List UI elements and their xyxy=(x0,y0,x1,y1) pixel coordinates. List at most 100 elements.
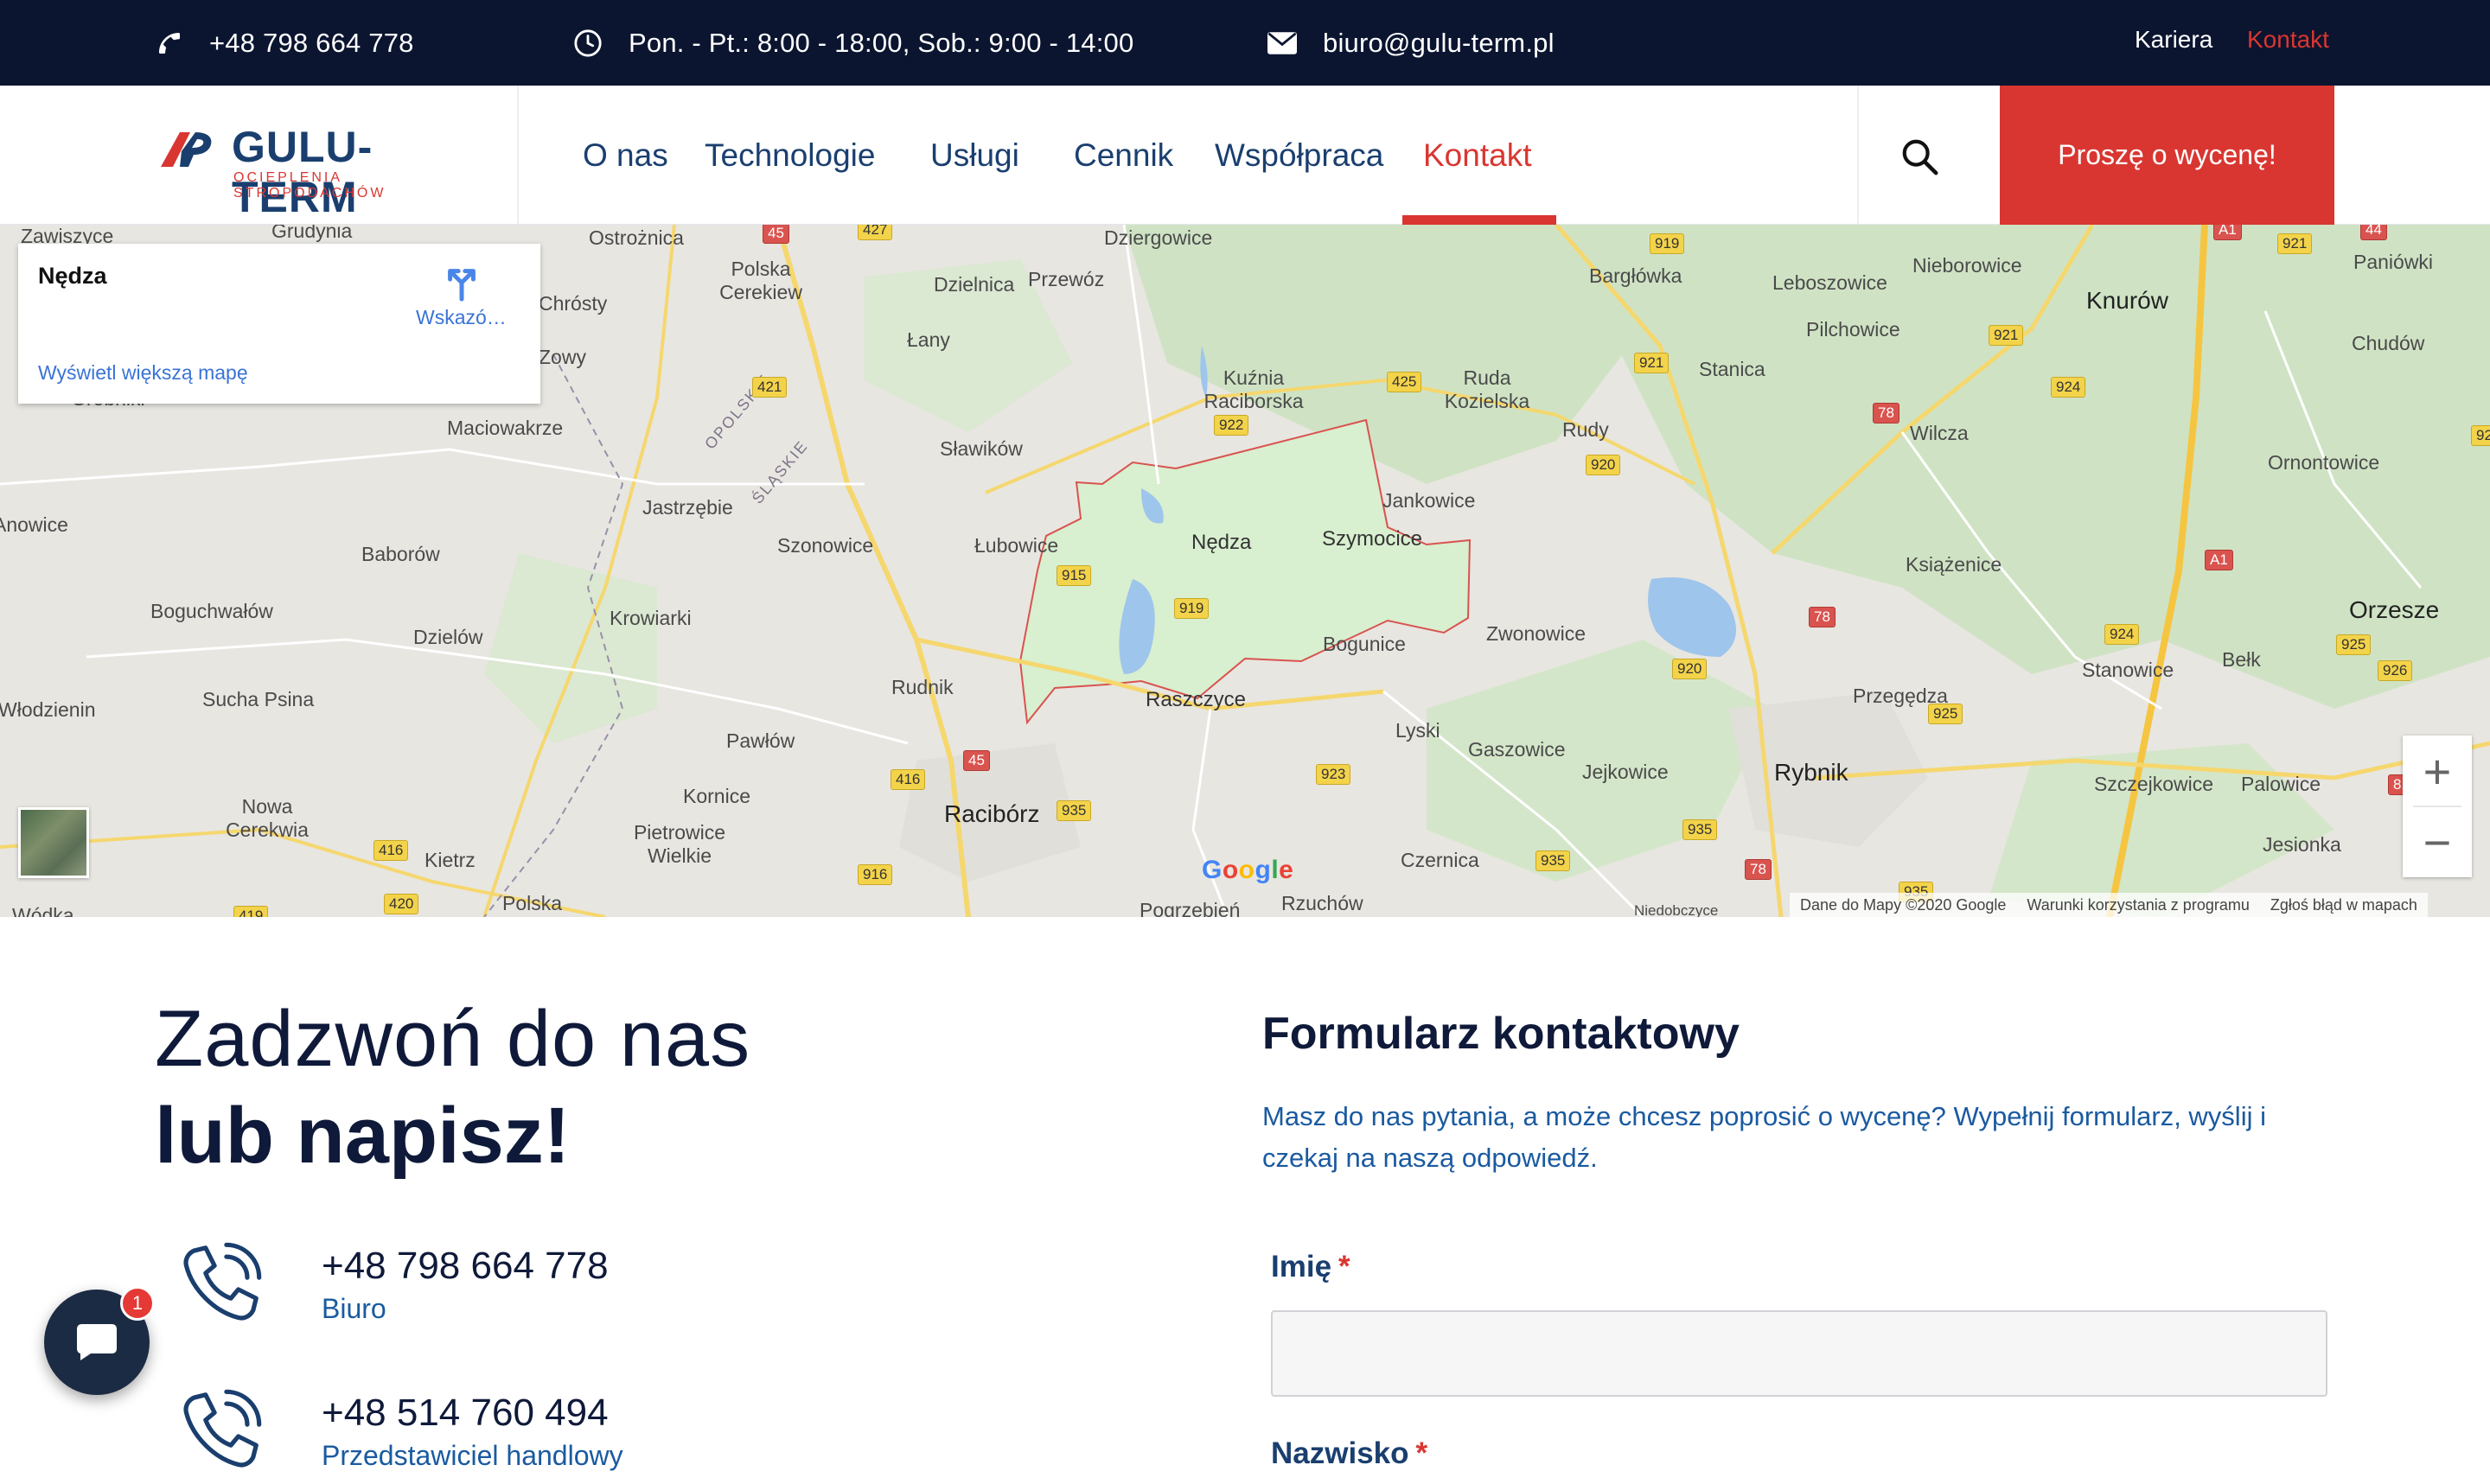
road-shield: 44 xyxy=(2360,225,2387,240)
map-report-error-link[interactable]: Zgłoś błąd w mapach xyxy=(2260,896,2428,914)
view-larger-map-link[interactable]: Wyświetl większą mapę xyxy=(38,361,248,385)
map-place-label: Rudnik xyxy=(891,676,954,698)
map-place-label: Kornice xyxy=(683,785,750,807)
map-place-label: Polska Cerekiew xyxy=(719,258,802,303)
road-shield: 921 xyxy=(1989,325,2024,346)
nav-item-o-nas[interactable]: O nas xyxy=(583,86,668,225)
map-place-label: Niedobczyce xyxy=(1634,902,1719,917)
nav-item-cennik[interactable]: Cennik xyxy=(1074,86,1173,225)
map-place-label: Włodzienin xyxy=(0,698,96,721)
map-place-label: Czernica xyxy=(1401,849,1479,871)
nav-item-technologie[interactable]: Technologie xyxy=(705,86,875,225)
map-place-label: Nowa Cerekwia xyxy=(226,795,309,841)
top-bar: +48 798 664 778 Pon. - Pt.: 8:00 - 18:00… xyxy=(0,0,2490,86)
nav-item-uslugi[interactable]: Usługi xyxy=(930,86,1019,225)
topbar-contact-link[interactable]: Kontakt xyxy=(2247,0,2329,80)
map-place-label: Knurów xyxy=(2086,287,2168,314)
road-shield: 416 xyxy=(891,769,926,790)
satellite-toggle[interactable] xyxy=(18,807,89,878)
phone-number: +48 514 760 494 xyxy=(322,1392,609,1434)
map-place-label: Wilcza xyxy=(1910,422,1969,444)
map-place-label: Racibórz xyxy=(944,800,1040,827)
logo[interactable]: GULU-TERM OCIEPLENIA STROPODACHÓW xyxy=(157,122,469,221)
nav-item-wspolpraca[interactable]: Współpraca xyxy=(1215,86,1383,225)
road-shield: 921 xyxy=(2277,233,2313,254)
clock-icon xyxy=(574,29,602,57)
directions-link[interactable]: Wskazó… xyxy=(416,306,507,329)
road-shield: 419 xyxy=(233,906,269,917)
phone-icon xyxy=(159,32,180,54)
map-place-label: Szymocice xyxy=(1322,527,1423,551)
last-name-label: Nazwisko * xyxy=(1271,1436,1427,1471)
zoom-controls: + − xyxy=(2403,736,2472,877)
map-place-label: Jastrzębie xyxy=(642,496,733,519)
nav-item-kontakt[interactable]: Kontakt xyxy=(1423,86,1531,225)
chat-bubble-icon xyxy=(77,1324,117,1360)
required-marker: * xyxy=(1415,1436,1428,1470)
phone-contact-office[interactable]: +48 798 664 778 Biuro xyxy=(173,1236,778,1331)
road-shield: 922 xyxy=(1214,415,1249,436)
nav-divider xyxy=(517,86,519,225)
required-marker: * xyxy=(1338,1250,1350,1283)
map-place-label: Książenice xyxy=(1906,553,2002,576)
phone-number: +48 798 664 778 xyxy=(322,1245,609,1287)
road-shield: A1 xyxy=(2213,225,2242,240)
career-link[interactable]: Kariera xyxy=(2135,0,2212,80)
phone-contact-sales[interactable]: +48 514 760 494 Przedstawiciel handlowy xyxy=(173,1383,778,1478)
map-place-label: Jejkowice xyxy=(1582,761,1669,783)
map-place-label: Jesionka xyxy=(2263,833,2341,856)
road-shield: 916 xyxy=(858,864,893,885)
map-place-label: Boguchwałów xyxy=(150,600,273,622)
road-shield: 926 xyxy=(2378,660,2413,681)
road-shield: 915 xyxy=(1057,565,1092,586)
map-place-label: Pogrzebień xyxy=(1140,899,1241,917)
phone-call-icon xyxy=(183,1242,262,1321)
road-shield: 923 xyxy=(1316,764,1351,785)
map-place-label: Bełk xyxy=(2222,648,2261,671)
map-place-label: Anowice xyxy=(0,513,68,536)
map-place-label: Zwonowice xyxy=(1486,622,1587,645)
map-place-label: Szczejkowice xyxy=(2094,773,2214,795)
topbar-phone[interactable]: +48 798 664 778 xyxy=(156,0,414,86)
zoom-in-button[interactable]: + xyxy=(2403,736,2472,806)
map-place-label: Maciowakrze xyxy=(447,417,564,439)
zoom-out-button[interactable]: − xyxy=(2403,806,2472,877)
phone-label: Przedstawiciel handlowy xyxy=(322,1440,623,1471)
map-info-title: Nędza xyxy=(38,263,107,289)
first-name-label: Imię * xyxy=(1271,1250,1350,1284)
road-shield: 421 xyxy=(752,377,788,398)
directions-icon[interactable] xyxy=(442,263,482,303)
contact-heading-bold: lub napisz! xyxy=(155,1092,571,1180)
map-place-label: Stanica xyxy=(1699,358,1765,380)
quote-request-button[interactable]: Proszę o wycenę! xyxy=(2000,86,2334,225)
road-shield: 921 xyxy=(1634,353,1670,373)
topbar-email[interactable]: biuro@gulu-term.pl xyxy=(1267,0,1555,86)
map-place-label: Kietrz xyxy=(425,849,476,871)
map-place-label: Dzielów xyxy=(413,626,483,648)
map-place-label: Nieborowice xyxy=(1912,254,2022,277)
road-shield: 78 xyxy=(1809,607,1836,627)
map-place-label: Wódka xyxy=(12,904,74,917)
road-shield: 925 xyxy=(1928,704,1963,724)
search-icon xyxy=(1902,139,1938,175)
road-shield: 78 xyxy=(1873,403,1899,424)
map-place-label: Raszczyce xyxy=(1146,688,1247,711)
search-button[interactable] xyxy=(1893,131,1945,182)
form-description: Masz do nas pytania, a może chcesz popro… xyxy=(1262,1101,2266,1173)
google-map[interactable]: Zawiszyce Grudynia Ostrożnica Dziergowic… xyxy=(0,225,2490,917)
first-name-label-text: Imię xyxy=(1271,1250,1332,1283)
topbar-email-text: biuro@gulu-term.pl xyxy=(1323,27,1555,58)
chat-notification-badge: 1 xyxy=(120,1286,155,1321)
map-place-label: Stanowice xyxy=(2082,659,2174,681)
map-place-label: Paniówki xyxy=(2353,251,2434,273)
map-terms-link[interactable]: Warunki korzystania z programu xyxy=(2016,896,2259,914)
map-place-label: Kuźnia Raciborska xyxy=(1204,366,1304,412)
map-place-label: Baborów xyxy=(361,543,440,565)
road-shield: 920 xyxy=(1672,659,1708,679)
road-shield: 427 xyxy=(858,225,893,240)
map-place-label: Rzuchów xyxy=(1281,892,1363,914)
map-place-label: Sucha Psina xyxy=(202,688,315,710)
first-name-input[interactable] xyxy=(1271,1310,2327,1397)
road-shield: 935 xyxy=(1057,800,1092,821)
topbar-hours: Pon. - Pt.: 8:00 - 18:00, Sob.: 9:00 - 1… xyxy=(573,0,1133,86)
